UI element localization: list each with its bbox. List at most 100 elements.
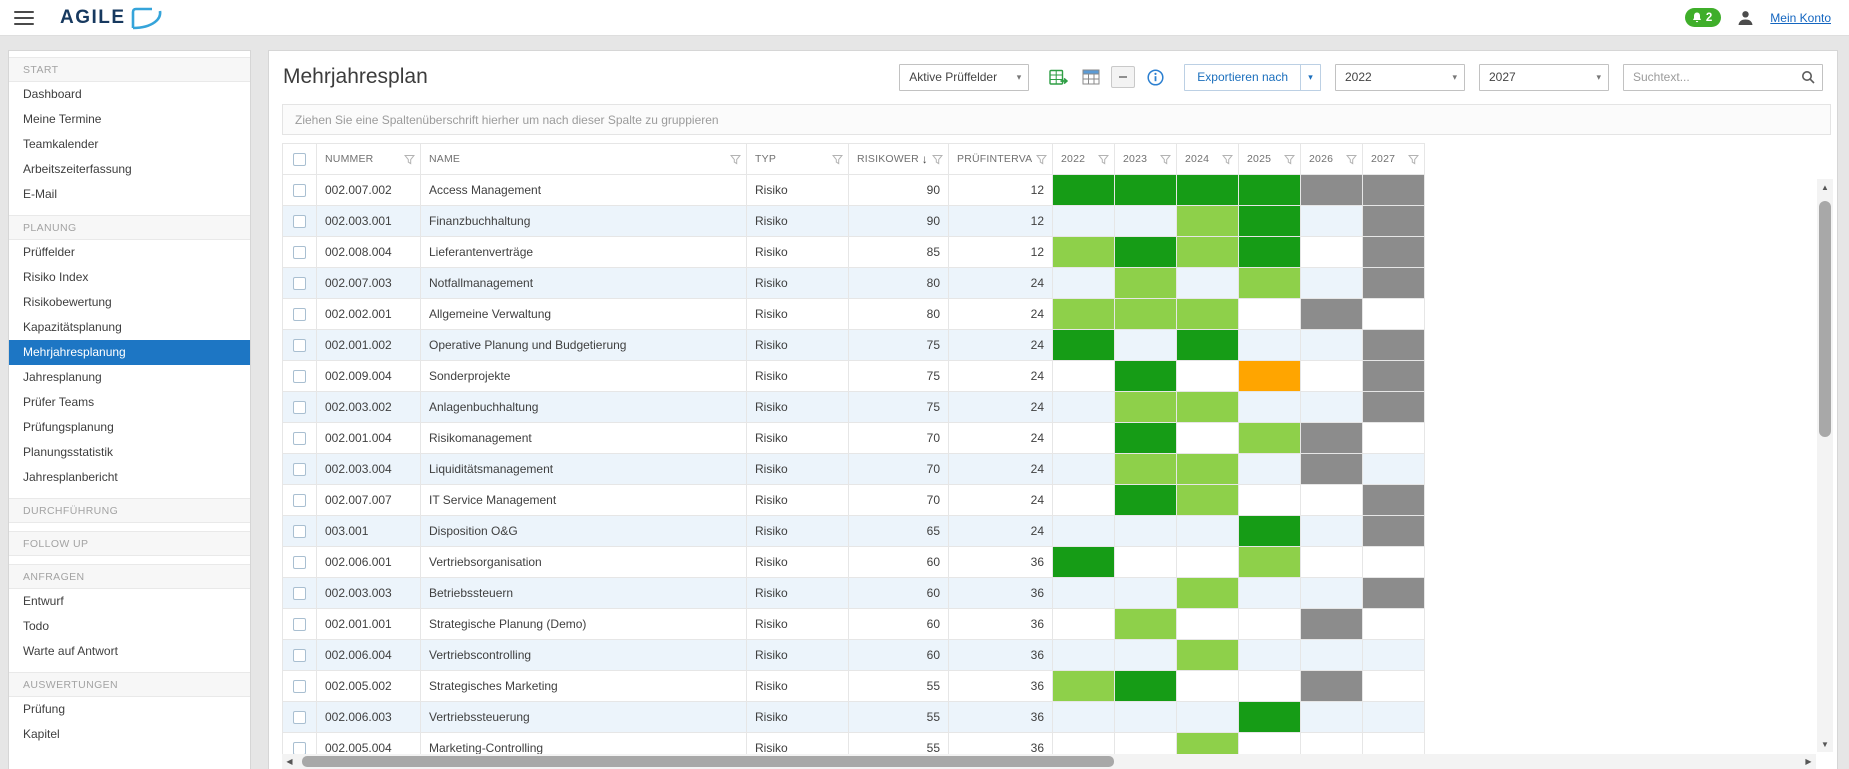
cell-year-2023[interactable] (1114, 453, 1177, 485)
export-button[interactable]: Exportieren nach ▾ (1184, 63, 1321, 91)
cell-year-2023[interactable] (1114, 174, 1177, 206)
sidebar-item-dashboard[interactable]: Dashboard (9, 82, 250, 107)
cell-year-2023[interactable] (1114, 608, 1177, 640)
sidebar-item-pr-fung[interactable]: Prüfung (9, 697, 250, 722)
row-checkbox[interactable] (293, 463, 306, 477)
cell-year-2023[interactable] (1114, 732, 1177, 754)
filter-icon[interactable] (1036, 154, 1047, 165)
cell-year-2024[interactable] (1176, 732, 1239, 754)
vertical-scrollbar[interactable]: ▲ ▼ (1817, 179, 1833, 752)
column-header-2023[interactable]: 2023 (1114, 143, 1177, 175)
cell-year-2024[interactable] (1176, 701, 1239, 733)
excel-export-icon[interactable] (1045, 64, 1071, 90)
filter-icon[interactable] (404, 154, 415, 165)
cell-year-2024[interactable] (1176, 236, 1239, 268)
cell-year-2025[interactable] (1238, 639, 1301, 671)
cell-year-2026[interactable] (1300, 267, 1363, 299)
sidebar-item-arbeitszeiterfassung[interactable]: Arbeitszeiterfassung (9, 157, 250, 182)
horizontal-scroll-thumb[interactable] (302, 756, 1114, 767)
cell-year-2027[interactable] (1362, 515, 1425, 547)
cell-year-2027[interactable] (1362, 701, 1425, 733)
cell-year-2022[interactable] (1052, 515, 1115, 547)
cell-year-2027[interactable] (1362, 298, 1425, 330)
cell-year-2022[interactable] (1052, 360, 1115, 392)
sidebar-item-pr-ffelder[interactable]: Prüffelder (9, 240, 250, 265)
row-checkbox[interactable] (293, 432, 306, 446)
column-header-2027[interactable]: 2027 (1362, 143, 1425, 175)
sidebar-item-entwurf[interactable]: Entwurf (9, 589, 250, 614)
cell-year-2025[interactable] (1238, 546, 1301, 578)
row-checkbox[interactable] (293, 618, 306, 632)
scroll-down-icon[interactable]: ▼ (1817, 736, 1833, 752)
sidebar-item-todo[interactable]: Todo (9, 614, 250, 639)
row-checkbox[interactable] (293, 339, 306, 353)
cell-year-2026[interactable] (1300, 422, 1363, 454)
cell-year-2027[interactable] (1362, 608, 1425, 640)
cell-year-2025[interactable] (1238, 732, 1301, 754)
filter-icon[interactable] (1284, 154, 1295, 165)
row-checkbox[interactable] (293, 525, 306, 539)
cell-year-2027[interactable] (1362, 205, 1425, 237)
vertical-scroll-thumb[interactable] (1819, 201, 1831, 437)
cell-year-2023[interactable] (1114, 298, 1177, 330)
cell-year-2025[interactable] (1238, 267, 1301, 299)
cell-year-2027[interactable] (1362, 422, 1425, 454)
cell-year-2022[interactable] (1052, 267, 1115, 299)
table-columns-icon[interactable] (1078, 64, 1104, 90)
column-header-2022[interactable]: 2022 (1052, 143, 1115, 175)
cell-year-2026[interactable] (1300, 484, 1363, 516)
cell-year-2026[interactable] (1300, 391, 1363, 423)
scroll-left-icon[interactable]: ◀ (282, 754, 297, 769)
filter-icon[interactable] (1408, 154, 1419, 165)
cell-year-2025[interactable] (1238, 205, 1301, 237)
horizontal-scrollbar[interactable]: ◀ ▶ (282, 754, 1816, 769)
column-header-pr-fintervall[interactable]: PRÜFINTERVALL (948, 143, 1053, 175)
filter-icon[interactable] (1346, 154, 1357, 165)
sidebar-item-e-mail[interactable]: E-Mail (9, 182, 250, 207)
cell-year-2025[interactable] (1238, 360, 1301, 392)
row-checkbox[interactable] (293, 711, 306, 725)
cell-year-2025[interactable] (1238, 484, 1301, 516)
scroll-up-icon[interactable]: ▲ (1817, 179, 1833, 195)
group-by-bar[interactable]: Ziehen Sie eine Spaltenüberschrift hierh… (282, 104, 1831, 135)
cell-year-2026[interactable] (1300, 360, 1363, 392)
cell-year-2024[interactable] (1176, 608, 1239, 640)
column-header-2026[interactable]: 2026 (1300, 143, 1363, 175)
cell-year-2022[interactable] (1052, 391, 1115, 423)
user-icon[interactable] (1737, 9, 1754, 26)
search-icon[interactable] (1801, 70, 1815, 84)
cell-year-2022[interactable] (1052, 484, 1115, 516)
info-icon[interactable] (1142, 64, 1168, 90)
sidebar-item-mehrjahresplanung[interactable]: Mehrjahresplanung (9, 340, 250, 365)
cell-year-2026[interactable] (1300, 174, 1363, 206)
year-to-select[interactable]: 2027 ▾ (1479, 63, 1609, 91)
cell-year-2027[interactable] (1362, 577, 1425, 609)
cell-year-2022[interactable] (1052, 546, 1115, 578)
cell-year-2026[interactable] (1300, 236, 1363, 268)
cell-year-2026[interactable] (1300, 639, 1363, 671)
row-checkbox[interactable] (293, 742, 306, 754)
sidebar-item-risiko-index[interactable]: Risiko Index (9, 265, 250, 290)
cell-year-2022[interactable] (1052, 639, 1115, 671)
cell-year-2024[interactable] (1176, 298, 1239, 330)
row-checkbox[interactable] (293, 215, 306, 229)
row-checkbox[interactable] (293, 587, 306, 601)
filter-icon[interactable] (1098, 154, 1109, 165)
cell-year-2025[interactable] (1238, 515, 1301, 547)
cell-year-2024[interactable] (1176, 422, 1239, 454)
cell-year-2022[interactable] (1052, 453, 1115, 485)
cell-year-2024[interactable] (1176, 360, 1239, 392)
sidebar-item-meine-termine[interactable]: Meine Termine (9, 107, 250, 132)
cell-year-2023[interactable] (1114, 515, 1177, 547)
row-checkbox[interactable] (293, 556, 306, 570)
cell-year-2024[interactable] (1176, 453, 1239, 485)
cell-year-2025[interactable] (1238, 174, 1301, 206)
sidebar-item-jahresplanbericht[interactable]: Jahresplanbericht (9, 465, 250, 490)
cell-year-2025[interactable] (1238, 670, 1301, 702)
cell-year-2022[interactable] (1052, 236, 1115, 268)
cell-year-2023[interactable] (1114, 267, 1177, 299)
select-all-checkbox[interactable] (293, 152, 306, 166)
year-from-select[interactable]: 2022 ▾ (1335, 63, 1465, 91)
cell-year-2024[interactable] (1176, 329, 1239, 361)
cell-year-2025[interactable] (1238, 453, 1301, 485)
